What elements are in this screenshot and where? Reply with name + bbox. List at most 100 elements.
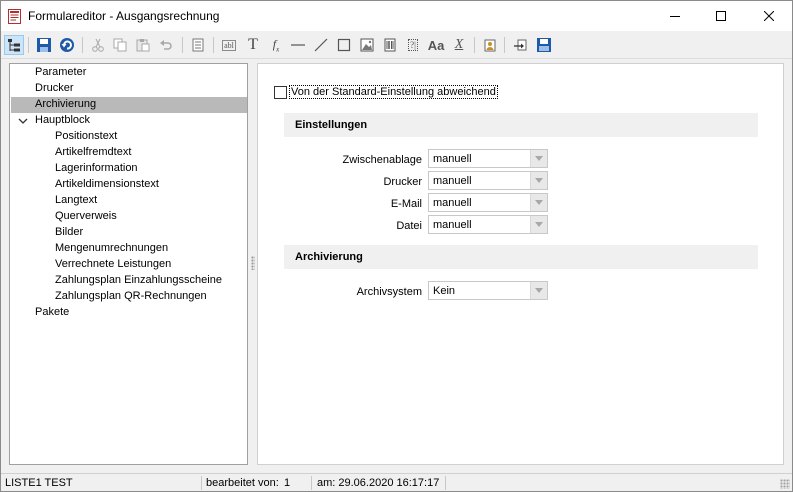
cut-icon [92, 38, 104, 52]
rectangle-button[interactable] [334, 35, 354, 55]
chevron-down-icon[interactable] [18, 116, 28, 126]
save-template-button[interactable] [534, 35, 554, 55]
import-button[interactable] [510, 35, 530, 55]
tree-item-positionstext[interactable]: Positionstext [11, 129, 247, 145]
chevron-down-icon[interactable] [530, 194, 547, 211]
toolbar-separator [182, 37, 183, 53]
status-bar: LISTE1 TEST bearbeitet von: 1 am: 29.06.… [1, 473, 792, 491]
save-icon [37, 38, 51, 52]
text-icon: T [248, 36, 258, 53]
properties-button[interactable] [188, 35, 208, 55]
text-button[interactable]: T [243, 35, 263, 55]
cut-button[interactable] [88, 35, 108, 55]
tree-item-label: Drucker [35, 82, 74, 94]
tree-item-zahlungsplan-einzahlungsscheine[interactable]: Zahlungsplan Einzahlungsscheine [11, 273, 247, 289]
maximize-icon [716, 11, 726, 21]
tree-item-parameter[interactable]: Parameter [11, 65, 247, 81]
clear-format-button[interactable]: X [449, 35, 469, 55]
field-label-email: E-Mail [390, 198, 422, 210]
label-field-button[interactable]: abl [219, 35, 239, 55]
tree-item-hauptblock[interactable]: Hauptblock [11, 113, 247, 129]
variable-field-icon: ?| [408, 39, 418, 51]
tree-item-bilder[interactable]: Bilder [11, 225, 247, 241]
copy-button[interactable] [110, 35, 130, 55]
barcode-icon [384, 38, 396, 52]
minimize-icon [670, 16, 680, 17]
properties-icon [192, 38, 204, 52]
reload-button[interactable] [57, 35, 77, 55]
close-icon [764, 11, 774, 21]
formula-button[interactable]: fx [266, 35, 286, 55]
rectangle-icon [337, 38, 351, 52]
minimize-button[interactable] [652, 1, 698, 31]
maximize-button[interactable] [698, 1, 744, 31]
chevron-down-icon[interactable] [530, 172, 547, 189]
status-user: LISTE1 TEST [5, 477, 73, 489]
tree-view-button[interactable] [4, 35, 24, 55]
toolbar-separator [504, 37, 505, 53]
tree-view-icon [8, 39, 20, 52]
select-value: manuell [433, 219, 472, 231]
tree-item-archivierung[interactable]: Archivierung [11, 97, 247, 113]
tree-item-lagerinformation[interactable]: Lagerinformation [11, 161, 247, 177]
undo-icon [160, 40, 172, 50]
override-default-option[interactable]: Von der Standard-Einstellung abweichend [274, 85, 498, 99]
barcode-button[interactable] [380, 35, 400, 55]
tree-item-pakete[interactable]: Pakete [11, 305, 247, 321]
horizontal-line-button[interactable] [288, 35, 308, 55]
image-button[interactable] [357, 35, 377, 55]
drucker-select[interactable]: manuell [428, 171, 548, 190]
undo-button[interactable] [156, 35, 176, 55]
tree-item-label: Zahlungsplan Einzahlungsscheine [55, 274, 222, 286]
tree-item-artikeldimensionstext[interactable]: Artikeldimensionstext [11, 177, 247, 193]
tree-item-artikelfremdtext[interactable]: Artikelfremdtext [11, 145, 247, 161]
select-value: Kein [433, 285, 456, 297]
close-button[interactable] [746, 1, 792, 31]
chevron-down-icon[interactable] [530, 150, 547, 167]
save-disk-icon [537, 38, 551, 52]
override-default-label[interactable]: Von der Standard-Einstellung abweichend [289, 85, 498, 99]
email-select[interactable]: manuell [428, 193, 548, 212]
paste-icon [136, 39, 150, 52]
clipboard-user-button[interactable] [480, 35, 500, 55]
select-value: manuell [433, 175, 472, 187]
tree-item-drucker[interactable]: Drucker [11, 81, 247, 97]
toolbar-separator [474, 37, 475, 53]
diagonal-line-icon [314, 38, 328, 52]
tree-item-langtext[interactable]: Langtext [11, 193, 247, 209]
tree-item-label: Querverweis [55, 210, 117, 222]
chevron-down-icon[interactable] [530, 282, 547, 299]
datei-select[interactable]: manuell [428, 215, 548, 234]
tree-item-querverweis[interactable]: Querverweis [11, 209, 247, 225]
resize-grip-icon[interactable] [780, 479, 790, 489]
tree-item-label: Pakete [35, 306, 70, 318]
tree-item-label: Mengenumrechnungen [55, 242, 169, 254]
archivsystem-select[interactable]: Kein [428, 281, 548, 300]
save-button[interactable] [34, 35, 54, 55]
label-field-icon: abl [222, 39, 236, 51]
tree-item-mengenumrechnungen[interactable]: Mengenumrechnungen [11, 241, 247, 257]
font-button[interactable]: Aa [426, 35, 446, 55]
tree-item-zahlungsplan-qr-rechnungen[interactable]: Zahlungsplan QR-Rechnungen [11, 289, 247, 305]
tree-item-verrechnete-leistungen[interactable]: Verrechnete Leistungen [11, 257, 247, 273]
tree-item-label: Artikeldimensionstext [55, 178, 159, 190]
toolbar: abl T fx ?| Aa X [1, 31, 792, 59]
tree-item-label: Zahlungsplan QR-Rechnungen [55, 290, 207, 302]
font-icon: Aa [427, 37, 445, 53]
section-header-einstellungen: Einstellungen [284, 113, 758, 137]
formula-icon: fx [272, 36, 280, 54]
variable-field-button[interactable]: ?| [403, 35, 423, 55]
diagonal-line-button[interactable] [311, 35, 331, 55]
chevron-down-icon[interactable] [530, 216, 547, 233]
status-edited-value: 1 [284, 477, 291, 489]
tree-item-label: Hauptblock [35, 114, 91, 126]
zwischenablage-select[interactable]: manuell [428, 149, 548, 168]
undo-arrow-icon [60, 38, 74, 52]
tree-item-label: Lagerinformation [55, 162, 138, 174]
splitter-grip-icon[interactable] [251, 256, 255, 270]
paste-button[interactable] [133, 35, 153, 55]
tree-item-label: Positionstext [55, 130, 118, 142]
field-label-drucker: Drucker [383, 176, 422, 188]
toolbar-separator [28, 37, 29, 53]
override-default-checkbox[interactable] [274, 85, 287, 99]
